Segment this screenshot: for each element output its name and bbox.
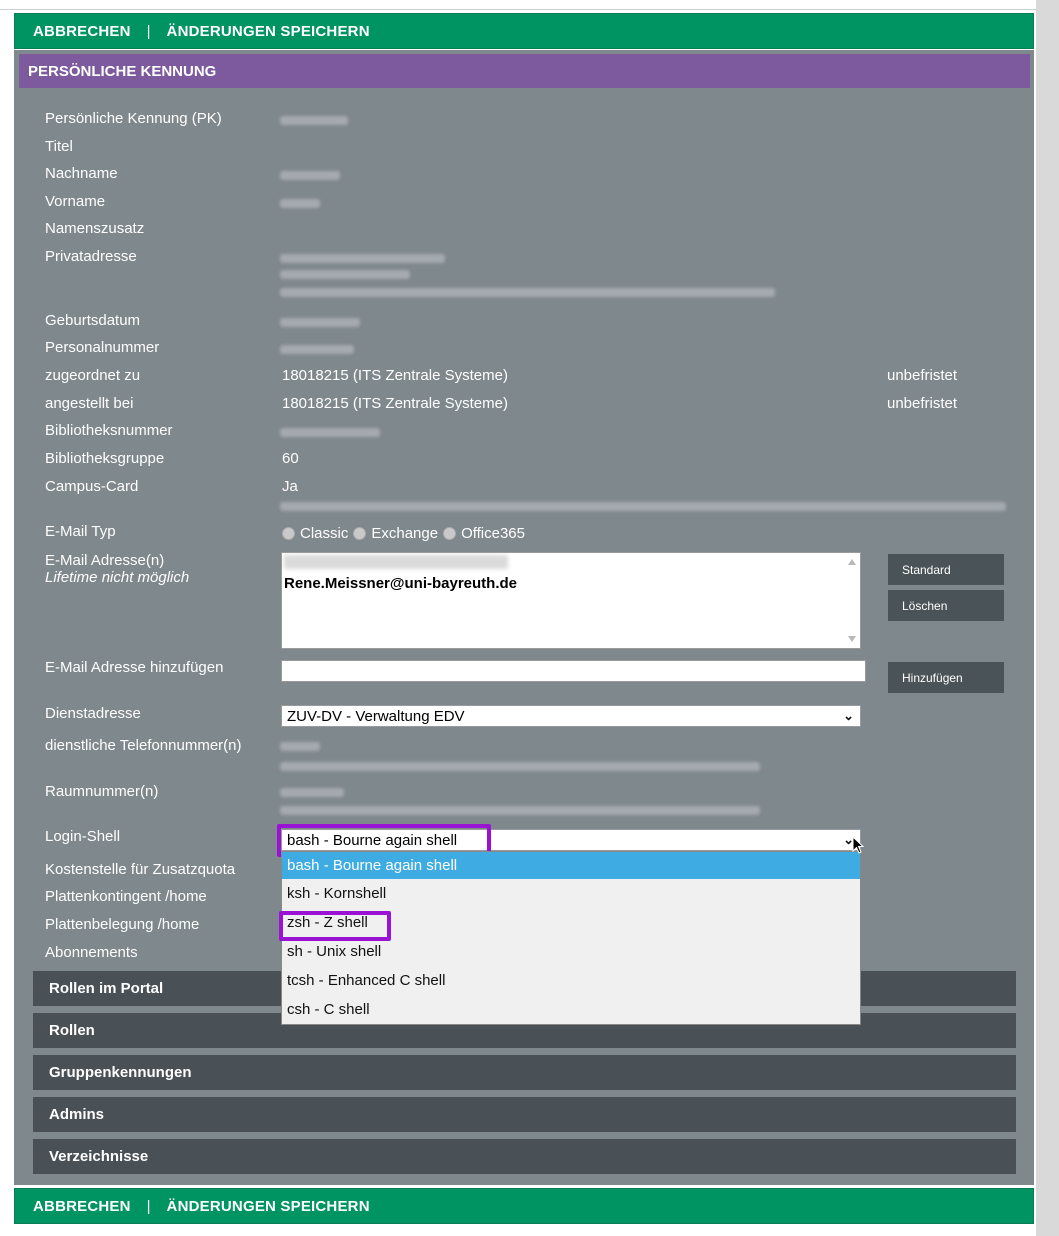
accordion-admins[interactable]: Admins [33, 1097, 1016, 1132]
redacted-pk [280, 116, 348, 125]
cancel-link[interactable]: ABBRECHEN [33, 1198, 131, 1215]
redacted-campuscard-note [280, 502, 1006, 511]
email-type-radio-group: Classic Exchange Office365 [282, 525, 530, 542]
shell-option-tcsh[interactable]: tcsh - Enhanced C shell [282, 966, 860, 995]
label-abonnements: Abonnements [45, 944, 138, 961]
radio-label: Classic [300, 525, 349, 542]
label-emailtyp: E-Mail Typ [45, 523, 116, 540]
redacted-telefon [280, 742, 320, 751]
label-zugeordnet: zugeordnet zu [45, 367, 141, 384]
action-separator: | [146, 22, 151, 40]
redacted-address-line3 [280, 288, 775, 297]
label-vorname: Vorname [45, 193, 106, 210]
label-nachname: Nachname [45, 165, 118, 182]
label-bibnummer: Bibliotheksnummer [45, 422, 173, 439]
personal-id-panel: PERSÖNLICHE KENNUNG Persönliche Kennung … [14, 50, 1034, 1185]
value-bibgruppe: 60 [282, 450, 299, 467]
label-loginshell: Login-Shell [45, 828, 121, 845]
radio-icon [353, 527, 367, 540]
shell-option-bash[interactable]: bash - Bourne again shell [282, 852, 860, 879]
label-plattenbelegung: Plattenbelegung /home [45, 916, 200, 933]
highlight-zsh-option [279, 911, 391, 941]
save-changes-link[interactable]: ÄNDERUNGEN SPEICHERN [167, 1198, 370, 1215]
lifetime-note: Lifetime nicht möglich [45, 569, 190, 586]
chevron-down-icon: ⌄ [843, 708, 854, 723]
shell-option-sh[interactable]: sh - Unix shell [282, 937, 860, 966]
add-button[interactable]: Hinzufügen [888, 662, 1004, 693]
label-namenszusatz: Namenszusatz [45, 220, 145, 237]
value-angestellt: 18018215 (ITS Zentrale Systeme) [282, 395, 508, 412]
redacted-geburtsdatum [280, 318, 360, 327]
redacted-address-line1 [280, 254, 445, 263]
email-list-scrollbar[interactable] [844, 553, 860, 648]
office-address-value: ZUV-DV - Verwaltung EDV [287, 707, 465, 725]
label-raum: Raumnummer(n) [45, 783, 159, 800]
radio-icon [443, 527, 457, 540]
redacted-email-line [284, 555, 508, 569]
action-bar-top: ABBRECHEN | ÄNDERUNGEN SPEICHERN [14, 13, 1034, 49]
redacted-telefon-note [280, 762, 760, 771]
label-geburtsdatum: Geburtsdatum [45, 312, 141, 329]
redacted-personalnummer [280, 345, 354, 354]
label-dienstadresse: Dienstadresse [45, 705, 141, 722]
top-divider [0, 9, 1036, 10]
status-angestellt: unbefristet [887, 395, 958, 412]
action-separator: | [146, 1197, 151, 1215]
radio-exchange[interactable]: Exchange [353, 525, 438, 542]
radio-label: Exchange [371, 525, 439, 542]
add-email-input[interactable] [281, 660, 866, 682]
standard-button[interactable]: Standard [888, 554, 1004, 585]
save-changes-link[interactable]: ÄNDERUNGEN SPEICHERN [167, 23, 370, 40]
redacted-bibnummer [280, 428, 380, 437]
cancel-link[interactable]: ABBRECHEN [33, 23, 131, 40]
label-campuscard: Campus-Card [45, 478, 139, 495]
label-telefon: dienstliche Telefonnummer(n) [45, 737, 242, 754]
radio-label: Office365 [461, 525, 525, 542]
label-pk: Persönliche Kennung (PK) [45, 110, 222, 127]
label-bibgruppe: Bibliotheksgruppe [45, 450, 165, 467]
scroll-up-icon[interactable] [848, 559, 856, 565]
value-zugeordnet: 18018215 (ITS Zentrale Systeme) [282, 367, 508, 384]
office-address-select[interactable]: ZUV-DV - Verwaltung EDV ⌄ [281, 705, 861, 727]
shell-option-csh[interactable]: csh - C shell [282, 995, 860, 1024]
scroll-down-icon[interactable] [848, 636, 856, 642]
radio-classic[interactable]: Classic [282, 525, 348, 542]
redacted-raum [280, 788, 344, 797]
label-emailhinzu: E-Mail Adresse hinzufügen [45, 659, 224, 676]
label-kostenstelle: Kostenstelle für Zusatzquota [45, 861, 236, 878]
email-address-list[interactable]: Rene.Meissner@uni-bayreuth.de [281, 552, 861, 649]
delete-button[interactable]: Löschen [888, 590, 1004, 621]
redacted-address-line2 [280, 270, 410, 279]
redacted-raum-note [280, 806, 760, 815]
label-titel: Titel [45, 138, 73, 155]
label-lifetime: Lifetime nicht möglich [45, 569, 189, 586]
mouse-cursor-icon [852, 836, 865, 854]
redacted-vorname [280, 199, 320, 208]
status-zugeordnet: unbefristet [887, 367, 958, 384]
shell-option-ksh[interactable]: ksh - Kornshell [282, 879, 860, 908]
radio-office365[interactable]: Office365 [443, 525, 525, 542]
value-campuscard: Ja [282, 478, 298, 495]
section-title: PERSÖNLICHE KENNUNG [19, 54, 1030, 88]
accordion-verzeichnisse[interactable]: Verzeichnisse [33, 1139, 1016, 1174]
email-address-item[interactable]: Rene.Meissner@uni-bayreuth.de [284, 575, 517, 592]
radio-icon [282, 527, 295, 540]
window-scrollbar[interactable] [1036, 0, 1059, 1236]
label-angestellt: angestellt bei [45, 395, 134, 412]
accordion-gruppenkennungen[interactable]: Gruppenkennungen [33, 1055, 1016, 1090]
label-plattenkontingent: Plattenkontingent /home [45, 888, 207, 905]
action-bar-bottom: ABBRECHEN | ÄNDERUNGEN SPEICHERN [14, 1188, 1034, 1224]
redacted-nachname [280, 171, 340, 180]
label-personalnummer: Personalnummer [45, 339, 160, 356]
label-emailadressen: E-Mail Adresse(n) [45, 552, 165, 569]
label-privatadresse: Privatadresse [45, 248, 137, 265]
